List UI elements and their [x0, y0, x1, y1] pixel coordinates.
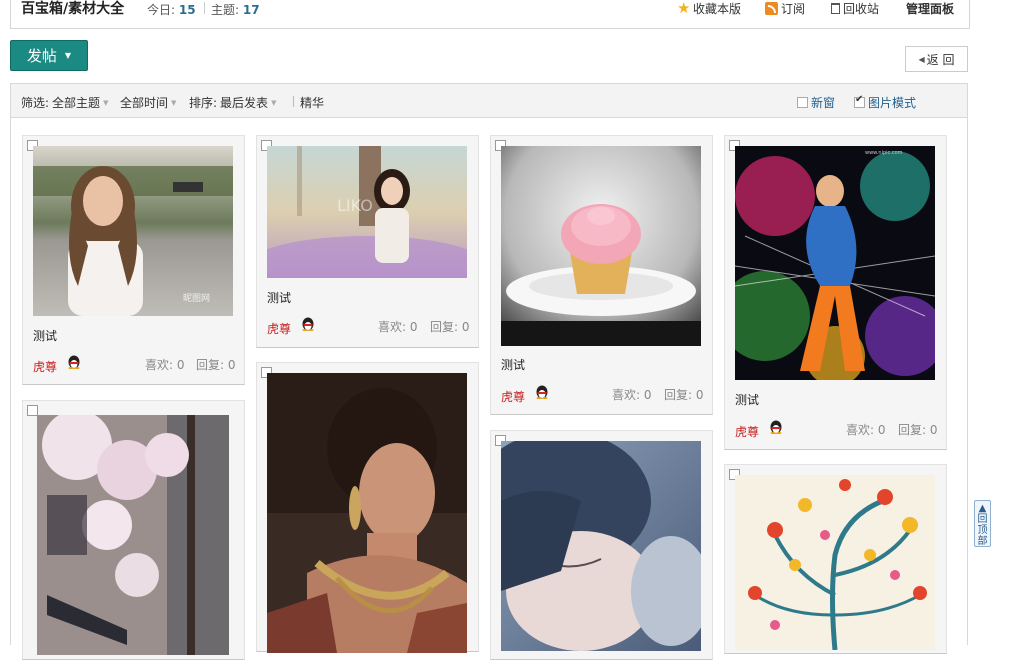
divider [293, 96, 294, 107]
sort-dropdown[interactable]: 排序: 最后发表 ▼ [189, 94, 276, 111]
thread-image[interactable] [37, 415, 229, 655]
recycle-link[interactable]: 回收站 [831, 0, 879, 17]
chevron-down-icon: ▼ [103, 98, 109, 107]
back-to-top-button[interactable]: ▲ 回顶部 [974, 500, 991, 547]
thread-image[interactable] [501, 441, 701, 651]
new-window-toggle[interactable]: 新窗 [797, 94, 835, 111]
image-mode-checkbox[interactable] [854, 94, 865, 108]
thread-author[interactable]: 虎尊 [735, 423, 759, 440]
rss-icon [765, 2, 778, 15]
chevron-down-icon: ▼ [64, 51, 72, 60]
thread-image[interactable]: www.nipic.com [735, 146, 935, 380]
trash-icon [831, 3, 840, 14]
thread-title[interactable]: 测试 [735, 391, 759, 408]
digest-filter[interactable]: 精华 [300, 94, 324, 111]
chevron-down-icon: ▼ [271, 98, 277, 107]
likes-count: 喜欢: 0 [612, 388, 652, 402]
today-stat: 今日: 15 [147, 3, 196, 17]
thread-title[interactable]: 测试 [267, 289, 291, 306]
forum-header: 百宝箱/素材大全 今日: 15 主题: 17 ★ 收藏本版 订阅 回收站 管理面… [10, 0, 970, 29]
favorite-link[interactable]: ★ 收藏本版 [677, 0, 741, 17]
thread-author[interactable]: 虎尊 [33, 358, 57, 375]
thread-title[interactable]: 测试 [501, 356, 525, 373]
post-button[interactable]: 发帖 ▼ [10, 40, 88, 71]
star-icon: ★ [677, 0, 691, 17]
image-mode-toggle[interactable]: 图片模式 [854, 94, 916, 111]
thread-card[interactable] [22, 400, 245, 660]
back-button-label: 返 回 [926, 52, 955, 67]
thread-card[interactable]: 测试 虎尊 喜欢: 0 回复: 0 [490, 135, 713, 415]
new-window-checkbox[interactable] [797, 97, 808, 108]
filter-all-time[interactable]: 全部时间 ▼ [120, 94, 176, 111]
post-button-label: 发帖 [26, 47, 57, 65]
divider [204, 2, 205, 14]
back-button[interactable]: ◀ 返 回 [905, 46, 968, 72]
thread-card[interactable]: www.nipic.com 测试 虎尊 喜欢: 0 回复: 0 [724, 135, 947, 450]
watermark: www.nipic.com [865, 150, 903, 156]
thread-card[interactable] [256, 362, 479, 653]
replies-count: 回复: 0 [898, 423, 938, 437]
subscribe-link[interactable]: 订阅 [765, 0, 805, 17]
thread-author[interactable]: 虎尊 [501, 388, 525, 405]
qq-penguin-icon[interactable] [67, 354, 81, 369]
thread-card[interactable] [490, 430, 713, 660]
thread-author[interactable]: 虎尊 [267, 320, 291, 337]
thread-image[interactable] [267, 373, 467, 653]
forum-title: 百宝箱/素材大全 [21, 1, 125, 17]
qq-penguin-icon[interactable] [535, 384, 549, 399]
filter-bar: 筛选:全部主题▼ 全部时间▼ 排序:最后发表▼ 精华 新窗 图片模式 [10, 83, 968, 118]
arrow-left-icon: ◀ [918, 54, 925, 64]
chevron-down-icon: ▼ [171, 98, 177, 107]
arrow-up-icon: ▲ [978, 503, 987, 514]
likes-count: 喜欢: 0 [846, 423, 886, 437]
qq-penguin-icon[interactable] [301, 316, 315, 331]
thread-card[interactable]: LIKO 测试 虎尊 喜欢: 0 回复: 0 [256, 135, 479, 348]
likes-count: 喜欢: 0 [145, 358, 185, 372]
thread-image[interactable]: LIKO [267, 146, 467, 278]
thread-image[interactable]: 昵图网 [33, 146, 233, 316]
replies-count: 回复: 0 [196, 358, 236, 372]
replies-count: 回复: 0 [430, 320, 470, 334]
watermark: 昵图网 [183, 293, 210, 304]
filter-all-topics[interactable]: 筛选: 全部主题 ▼ [21, 94, 108, 111]
thread-title[interactable]: 测试 [33, 327, 57, 344]
thread-card[interactable] [724, 464, 947, 654]
replies-count: 回复: 0 [664, 388, 704, 402]
thread-image[interactable] [735, 475, 935, 650]
back-to-top-label: 回顶部 [977, 514, 988, 547]
waterfall-grid: 昵图网 测试 虎尊 喜欢: 0 回复: 0 LIKO 测试 虎尊 喜欢: 0 回… [10, 118, 968, 660]
likes-count: 喜欢: 0 [378, 320, 418, 334]
watermark: LIKO [337, 196, 373, 215]
qq-penguin-icon[interactable] [769, 419, 783, 434]
thread-image[interactable] [501, 146, 701, 346]
topics-stat: 主题: 17 [211, 3, 260, 17]
admin-panel-link[interactable]: 管理面板 [906, 0, 954, 17]
thread-card[interactable]: 昵图网 测试 虎尊 喜欢: 0 回复: 0 [22, 135, 245, 385]
